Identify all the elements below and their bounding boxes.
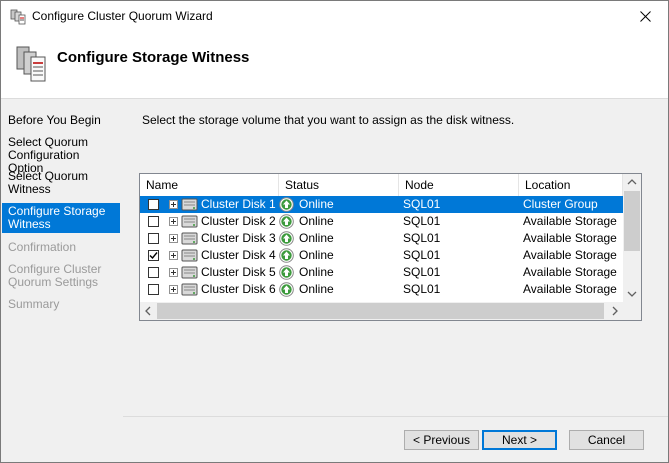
disk-location: Available Storage — [523, 231, 617, 245]
nav-step-label: Select Quorum Witness — [8, 169, 89, 196]
expand-icon[interactable] — [169, 200, 178, 209]
close-button[interactable] — [622, 1, 668, 31]
online-arrow-icon — [279, 214, 294, 229]
nav-step-configure-storage-witness[interactable]: Configure Storage Witness — [2, 203, 120, 233]
column-header-node[interactable]: Node — [399, 174, 519, 196]
vertical-scrollbar[interactable] — [623, 174, 641, 302]
window-title: Configure Cluster Quorum Wizard — [32, 9, 213, 23]
disk-status: Online — [299, 265, 334, 279]
disk-node: SQL01 — [403, 197, 441, 211]
cancel-button[interactable]: Cancel — [569, 430, 644, 450]
row-checkbox[interactable] — [148, 250, 159, 261]
disk-node: SQL01 — [403, 231, 441, 245]
column-header-location[interactable]: Location — [519, 174, 623, 196]
disk-name: Cluster Disk 4 — [201, 248, 276, 262]
page-title: Configure Storage Witness — [57, 49, 250, 66]
table-row[interactable]: Cluster Disk 2 Online SQL01 Available St… — [140, 213, 623, 230]
disk-icon — [181, 283, 198, 296]
nav-step-label: Configure Storage Witness — [8, 204, 106, 231]
disk-node: SQL01 — [403, 214, 441, 228]
close-icon — [639, 10, 651, 22]
disk-status: Online — [299, 197, 334, 211]
wizard-steps-nav: Before You Begin Select Quorum Configura… — [1, 98, 123, 462]
nav-step-select-quorum-witness[interactable]: Select Quorum Witness — [2, 170, 120, 196]
instruction-text: Select the storage volume that you want … — [142, 113, 515, 127]
horizontal-scrollbar[interactable] — [140, 302, 623, 320]
table-row[interactable]: Cluster Disk 4 Online SQL01 Available St… — [140, 247, 623, 264]
disk-location: Available Storage — [523, 265, 617, 279]
column-header-status[interactable]: Status — [279, 174, 399, 196]
disk-location: Available Storage — [523, 214, 617, 228]
disk-status: Online — [299, 214, 334, 228]
disk-location: Available Storage — [523, 282, 617, 296]
disk-node: SQL01 — [403, 265, 441, 279]
disk-status: Online — [299, 282, 334, 296]
nav-step-before-you-begin[interactable]: Before You Begin — [2, 114, 120, 127]
expand-icon[interactable] — [169, 217, 178, 226]
nav-step-confirmation: Confirmation — [2, 241, 120, 254]
nav-step-label: Confirmation — [8, 240, 77, 254]
online-arrow-icon — [279, 197, 294, 212]
horizontal-scroll-thumb[interactable] — [157, 303, 604, 319]
online-arrow-icon — [279, 265, 294, 280]
scroll-up-icon[interactable] — [623, 174, 641, 191]
wizard-content: Select the storage volume that you want … — [123, 98, 668, 462]
disk-icon — [181, 215, 198, 228]
row-checkbox[interactable] — [148, 199, 159, 210]
wizard-window: Configure Cluster Quorum Wizard Configur… — [0, 0, 669, 463]
table-row[interactable]: Cluster Disk 3 Online SQL01 Available St… — [140, 230, 623, 247]
expand-icon[interactable] — [169, 251, 178, 260]
table-row[interactable]: Cluster Disk 5 Online SQL01 Available St… — [140, 264, 623, 281]
disk-icon — [181, 249, 198, 262]
checkmark-icon — [149, 252, 158, 260]
row-checkbox[interactable] — [148, 233, 159, 244]
cluster-server-icon — [10, 9, 26, 25]
disk-name: Cluster Disk 1 — [201, 197, 276, 211]
scroll-right-icon[interactable] — [606, 302, 623, 320]
disk-name: Cluster Disk 3 — [201, 231, 276, 245]
nav-step-label: Summary — [8, 297, 60, 311]
disk-name: Cluster Disk 6 — [201, 282, 276, 296]
scroll-left-icon[interactable] — [140, 302, 157, 320]
disk-icon — [181, 232, 198, 245]
vertical-scroll-thumb[interactable] — [624, 191, 640, 251]
disk-icon — [181, 266, 198, 279]
disk-icon — [181, 198, 198, 211]
nav-step-configure-cluster-quorum-settings: Configure Cluster Quorum Settings — [2, 263, 120, 289]
scroll-down-icon[interactable] — [623, 285, 641, 302]
cluster-server-icon — [16, 46, 46, 82]
nav-step-label: Configure Cluster Quorum Settings — [8, 262, 102, 289]
online-arrow-icon — [279, 248, 294, 263]
online-arrow-icon — [279, 231, 294, 246]
wizard-header: Configure Storage Witness — [1, 31, 668, 98]
title-bar: Configure Cluster Quorum Wizard — [1, 1, 668, 31]
nav-step-summary: Summary — [2, 298, 120, 311]
expand-icon[interactable] — [169, 234, 178, 243]
row-checkbox[interactable] — [148, 267, 159, 278]
disk-location: Cluster Group — [523, 197, 598, 211]
online-arrow-icon — [279, 282, 294, 297]
column-header-name[interactable]: Name — [140, 174, 279, 196]
row-checkbox[interactable] — [148, 284, 159, 295]
disk-location: Available Storage — [523, 248, 617, 262]
disk-name: Cluster Disk 2 — [201, 214, 276, 228]
previous-button[interactable]: < Previous — [404, 430, 479, 450]
next-button[interactable]: Next > — [482, 430, 557, 450]
scrollbar-corner — [623, 302, 641, 320]
disk-node: SQL01 — [403, 248, 441, 262]
table-row[interactable]: Cluster Disk 6 Online SQL01 Available St… — [140, 281, 623, 298]
disk-name: Cluster Disk 5 — [201, 265, 276, 279]
disk-status: Online — [299, 248, 334, 262]
table-row[interactable]: Cluster Disk 1 Online SQL01 Cluster Grou… — [140, 196, 623, 213]
row-checkbox[interactable] — [148, 216, 159, 227]
storage-volume-grid[interactable]: Name Status Node Location Cluster Disk 1… — [139, 173, 642, 321]
expand-icon[interactable] — [169, 285, 178, 294]
nav-step-label: Before You Begin — [8, 113, 101, 127]
expand-icon[interactable] — [169, 268, 178, 277]
footer-divider — [123, 416, 668, 417]
disk-status: Online — [299, 231, 334, 245]
disk-node: SQL01 — [403, 282, 441, 296]
